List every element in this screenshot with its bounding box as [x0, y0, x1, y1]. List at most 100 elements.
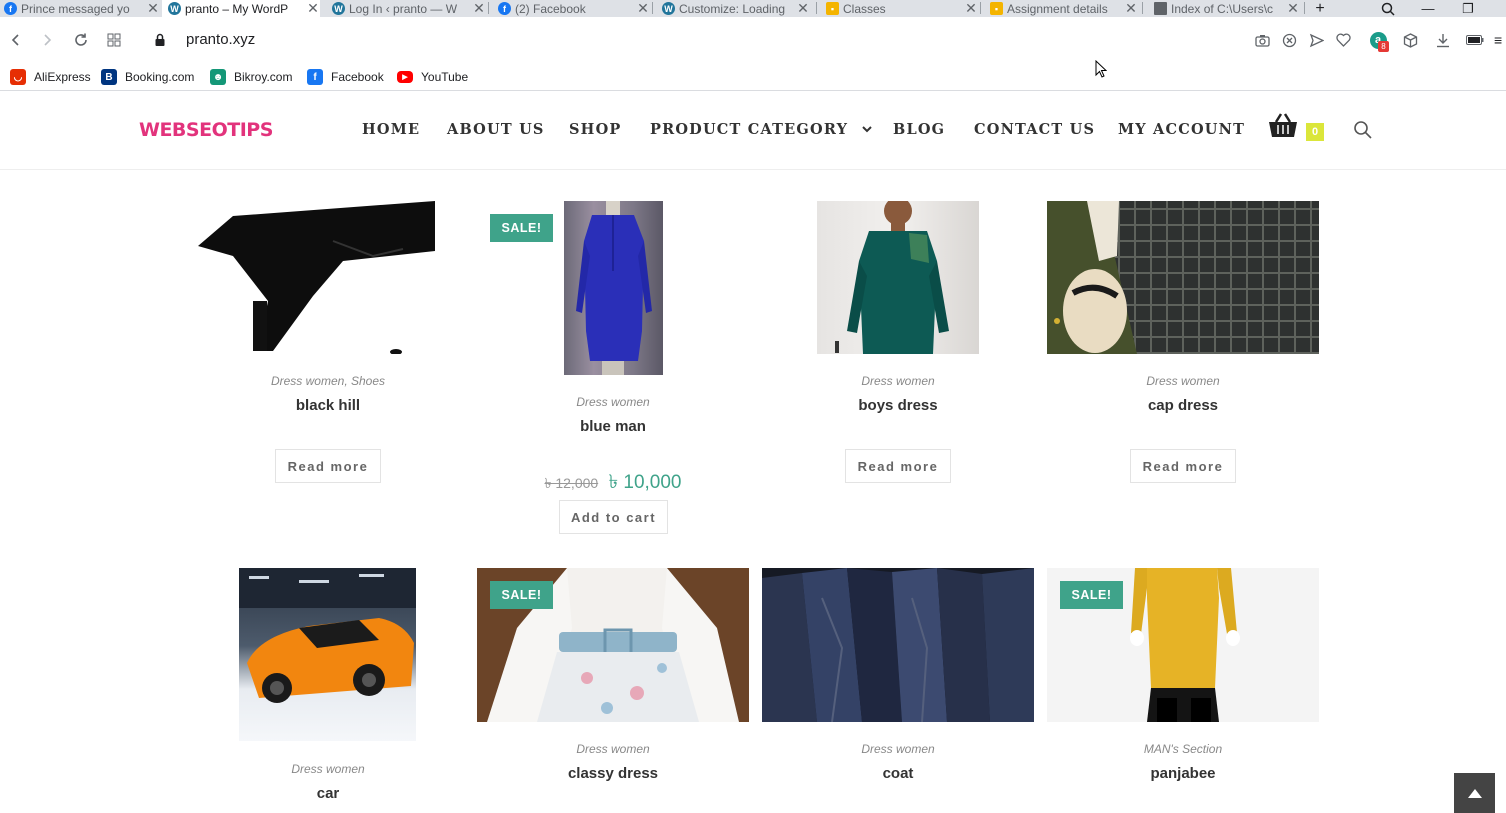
sale-price: ৳ 10,000: [608, 472, 682, 493]
lock-icon[interactable]: [149, 29, 171, 51]
product-title[interactable]: blue man: [473, 418, 753, 435]
product-title[interactable]: coat: [758, 765, 1038, 782]
close-icon[interactable]: ✕: [796, 0, 810, 17]
reload-icon[interactable]: [70, 29, 92, 51]
wordpress-icon: W: [662, 2, 675, 15]
menu-icon[interactable]: ≡: [1494, 31, 1506, 49]
cube-extension-icon[interactable]: [1401, 31, 1419, 49]
scroll-to-top-button[interactable]: [1454, 773, 1495, 813]
site-logo[interactable]: WEBSEOTIPS: [139, 119, 273, 141]
browser-tab[interactable]: f Prince messaged yo ✕: [0, 0, 160, 17]
bookmark-bikroy[interactable]: ☻ Bikroy.com: [210, 67, 292, 87]
close-icon[interactable]: ✕: [636, 0, 650, 17]
close-icon[interactable]: ✕: [472, 0, 486, 17]
product-image-cap-dress[interactable]: [1047, 201, 1319, 354]
search-tabs-icon[interactable]: [1368, 0, 1408, 17]
menu-blog[interactable]: BLOG: [893, 121, 945, 138]
sale-badge: SALE!: [490, 214, 553, 242]
extension-badge: 8: [1378, 41, 1389, 52]
bookmark-booking[interactable]: B Booking.com: [101, 67, 194, 87]
product-category[interactable]: Dress women: [188, 762, 468, 776]
menu-shop[interactable]: SHOP: [569, 121, 622, 138]
blue-panjabi-image: [576, 201, 652, 375]
facebook-icon: f: [307, 69, 323, 85]
product-image-blue-man[interactable]: [564, 201, 663, 375]
apps-grid-icon[interactable]: [103, 29, 125, 51]
cart-count-badge[interactable]: 0: [1306, 123, 1324, 141]
product-title[interactable]: black hill: [188, 397, 468, 414]
product-title[interactable]: boys dress: [758, 397, 1038, 414]
product-category[interactable]: Dress women: [758, 374, 1038, 388]
product-image-boys-dress[interactable]: [817, 201, 979, 354]
browser-tab[interactable]: ▪ Classes ✕: [822, 0, 978, 17]
product-category[interactable]: MAN's Section: [1043, 742, 1323, 756]
close-icon[interactable]: ✕: [306, 0, 320, 17]
minimize-icon[interactable]: —: [1408, 0, 1448, 17]
wordpress-icon: W: [168, 2, 181, 15]
product-category[interactable]: Dress women: [1043, 374, 1323, 388]
tab-title: pranto – My WordP: [185, 1, 289, 16]
new-tab-icon[interactable]: +: [1300, 0, 1340, 17]
tab-separator: [488, 2, 489, 14]
battery-icon[interactable]: [1466, 31, 1484, 49]
read-more-button[interactable]: Read more: [275, 449, 381, 483]
extension-profile-icon[interactable]: a 8: [1369, 31, 1389, 52]
back-icon[interactable]: [5, 29, 27, 51]
close-icon[interactable]: ✕: [146, 0, 160, 17]
close-icon[interactable]: ✕: [1124, 0, 1138, 17]
tracking-shield-icon[interactable]: [1280, 31, 1298, 49]
classroom-icon: ▪: [826, 2, 839, 15]
restore-icon[interactable]: ❐: [1448, 0, 1488, 17]
read-more-button[interactable]: Read more: [845, 449, 951, 483]
forward-icon[interactable]: [36, 29, 58, 51]
browser-tab[interactable]: W Customize: Loading ✕: [658, 0, 810, 17]
product-category[interactable]: Dress women: [758, 742, 1038, 756]
product-title[interactable]: panjabee: [1043, 765, 1323, 782]
classroom-icon: ▪: [990, 2, 1003, 15]
browser-tab[interactable]: ▪ Assignment details ✕: [986, 0, 1138, 17]
product-image-car[interactable]: [239, 568, 416, 741]
browser-tab[interactable]: W Log In ‹ pranto — W ✕: [328, 0, 486, 17]
browser-tab[interactable]: f (2) Facebook ✕: [494, 0, 650, 17]
product-category[interactable]: Dress women, Shoes: [188, 374, 468, 388]
add-to-cart-button[interactable]: Add to cart: [559, 500, 668, 534]
menu-contact-us[interactable]: CONTACT US: [974, 121, 1095, 138]
menu-home[interactable]: HOME: [362, 121, 420, 138]
sale-badge: SALE!: [490, 581, 553, 609]
product-title[interactable]: classy dress: [473, 765, 753, 782]
aliexpress-icon: ◡: [10, 69, 26, 85]
read-more-button[interactable]: Read more: [1130, 449, 1236, 483]
tab-separator: [816, 2, 817, 14]
basket-icon[interactable]: [1266, 112, 1300, 140]
product-title[interactable]: car: [188, 785, 468, 802]
close-icon[interactable]: ✕: [964, 0, 978, 17]
close-icon[interactable]: ✕: [1286, 0, 1300, 17]
bookmark-youtube[interactable]: ▶ YouTube: [397, 67, 468, 87]
bookmark-facebook[interactable]: f Facebook: [307, 67, 384, 87]
menu-about-us[interactable]: ABOUT US: [447, 121, 545, 138]
tab-title: Prince messaged yo: [21, 1, 130, 16]
bookmark-aliexpress[interactable]: ◡ AliExpress: [10, 67, 91, 87]
plaid-dress-hat-image: [1047, 201, 1319, 354]
product-category[interactable]: Dress women: [473, 742, 753, 756]
url-field[interactable]: pranto.xyz: [186, 31, 255, 48]
file-icon: [1154, 2, 1167, 15]
product-image-black-hill[interactable]: [193, 201, 435, 354]
camera-icon[interactable]: [1253, 31, 1271, 49]
tab-separator: [980, 2, 981, 14]
download-icon[interactable]: [1434, 31, 1452, 49]
product-category[interactable]: Dress women: [473, 395, 753, 409]
send-icon[interactable]: [1307, 31, 1325, 49]
product-image-coat[interactable]: [762, 568, 1034, 722]
facebook-icon: f: [498, 2, 511, 15]
product-title[interactable]: cap dress: [1043, 397, 1323, 414]
high-heel-shoe-image: [198, 201, 435, 354]
heart-icon[interactable]: [1334, 31, 1352, 49]
old-price: ৳ 12,000: [544, 475, 599, 491]
menu-my-account[interactable]: MY ACCOUNT: [1118, 121, 1245, 138]
browser-tab[interactable]: Index of C:\Users\c ✕: [1150, 0, 1300, 17]
browser-tab-active[interactable]: W pranto – My WordP ✕: [162, 0, 320, 17]
search-icon[interactable]: [1353, 120, 1373, 140]
menu-product-category[interactable]: PRODUCT CATEGORY: [650, 121, 873, 138]
booking-icon: B: [101, 69, 117, 85]
